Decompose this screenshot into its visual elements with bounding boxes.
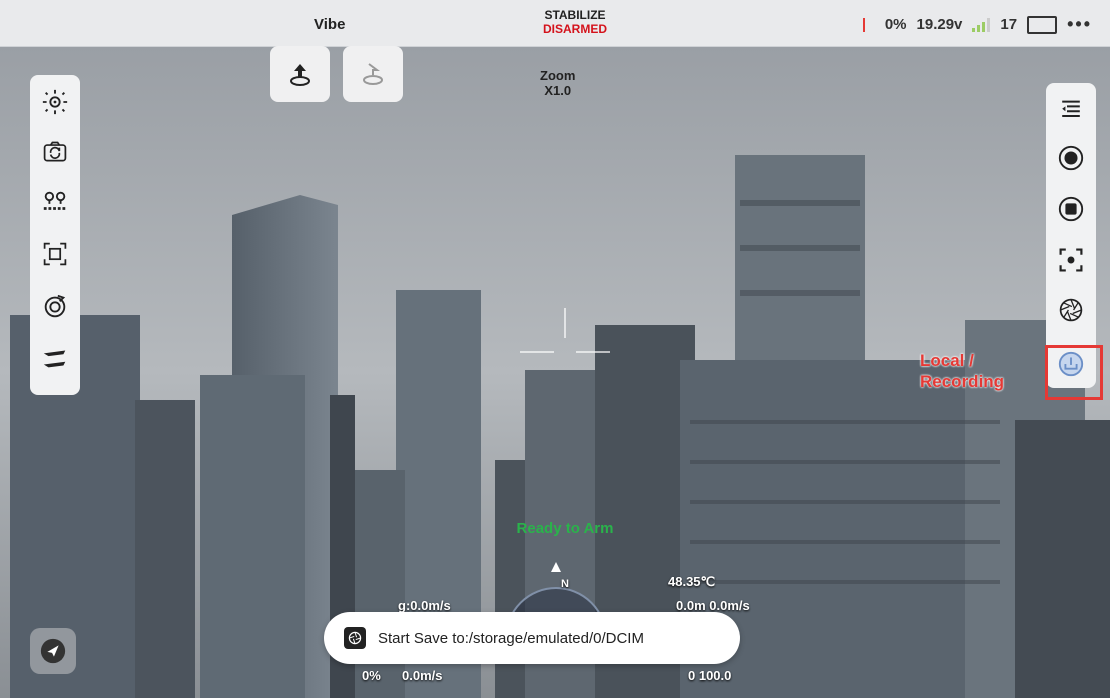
takeoff-button[interactable] (270, 46, 330, 102)
annotation-line-2: Recording (920, 372, 1005, 391)
zoom-frame-icon[interactable] (40, 239, 70, 269)
signal-icon (972, 17, 991, 32)
arm-status: Ready to Arm (516, 520, 614, 537)
takeoff-icon (290, 64, 310, 86)
rc-icon[interactable] (1027, 15, 1058, 34)
gimbal-center-icon[interactable] (40, 87, 70, 117)
right-camera-toolbar (1046, 83, 1096, 388)
zoom-indicator: Zoom X1.0 (540, 68, 575, 98)
zoom-label: Zoom (540, 68, 576, 83)
annotation-line-1: Local / (920, 351, 974, 370)
vertical-speed: 0.0m/s (402, 668, 443, 683)
flight-mode-indicator[interactable]: STABILIZE DISARMED (520, 8, 630, 36)
zoom-value: X1.0 (544, 83, 572, 98)
orbit-icon[interactable] (40, 291, 70, 321)
left-toolbar (30, 75, 80, 395)
menu-collapse-icon[interactable] (1056, 93, 1086, 123)
return-home-icon (363, 63, 383, 85)
camera-view: Vibe STABILIZE DISARMED 0% 19.29v 17 •••… (0, 0, 1110, 698)
navigation-icon (40, 638, 66, 664)
app-name: Vibe (314, 16, 346, 33)
waypoint-icon[interactable] (40, 187, 70, 217)
record-icon[interactable] (1056, 143, 1086, 173)
compass-north: N (561, 578, 569, 590)
satellite-count: 17 (1000, 16, 1018, 33)
local-recording-annotation: Local / Recording (920, 350, 1004, 392)
aperture-icon (344, 627, 366, 649)
top-status-bar: Vibe STABILIZE DISARMED 0% 19.29v 17 ••• (0, 0, 1110, 47)
crosshair-icon (520, 308, 610, 353)
aperture-icon[interactable] (1056, 295, 1086, 325)
battery-percent: 0% (884, 16, 907, 33)
return-home-button[interactable] (343, 46, 403, 102)
battery-icon (862, 17, 875, 32)
save-toast: Start Save to:/storage/emulated/0/DCIM (324, 612, 740, 664)
flight-mode: STABILIZE (544, 8, 606, 22)
throttle: 0% (362, 668, 381, 683)
navigation-button[interactable] (30, 628, 76, 674)
voltage: 19.29v (916, 16, 963, 33)
local-recording-highlight (1045, 345, 1103, 400)
telemetry-status: 0% 19.29v 17 ••• (862, 14, 1092, 35)
temperature: 48.35℃ (668, 574, 716, 589)
distance-speed: 0.0m 0.0m/s (676, 598, 750, 613)
focus-icon[interactable] (1056, 245, 1086, 275)
ground-speed: g:0.0m/s (398, 598, 451, 613)
takeoff-land-icon[interactable] (40, 343, 70, 373)
stop-icon[interactable] (1056, 194, 1086, 224)
more-menu-button[interactable]: ••• (1067, 14, 1092, 35)
toast-message: Start Save to:/storage/emulated/0/DCIM (378, 629, 644, 647)
right-readout: 0 100.0 (688, 668, 732, 683)
arm-state: DISARMED (542, 22, 607, 36)
camera-switch-icon[interactable] (40, 137, 70, 167)
